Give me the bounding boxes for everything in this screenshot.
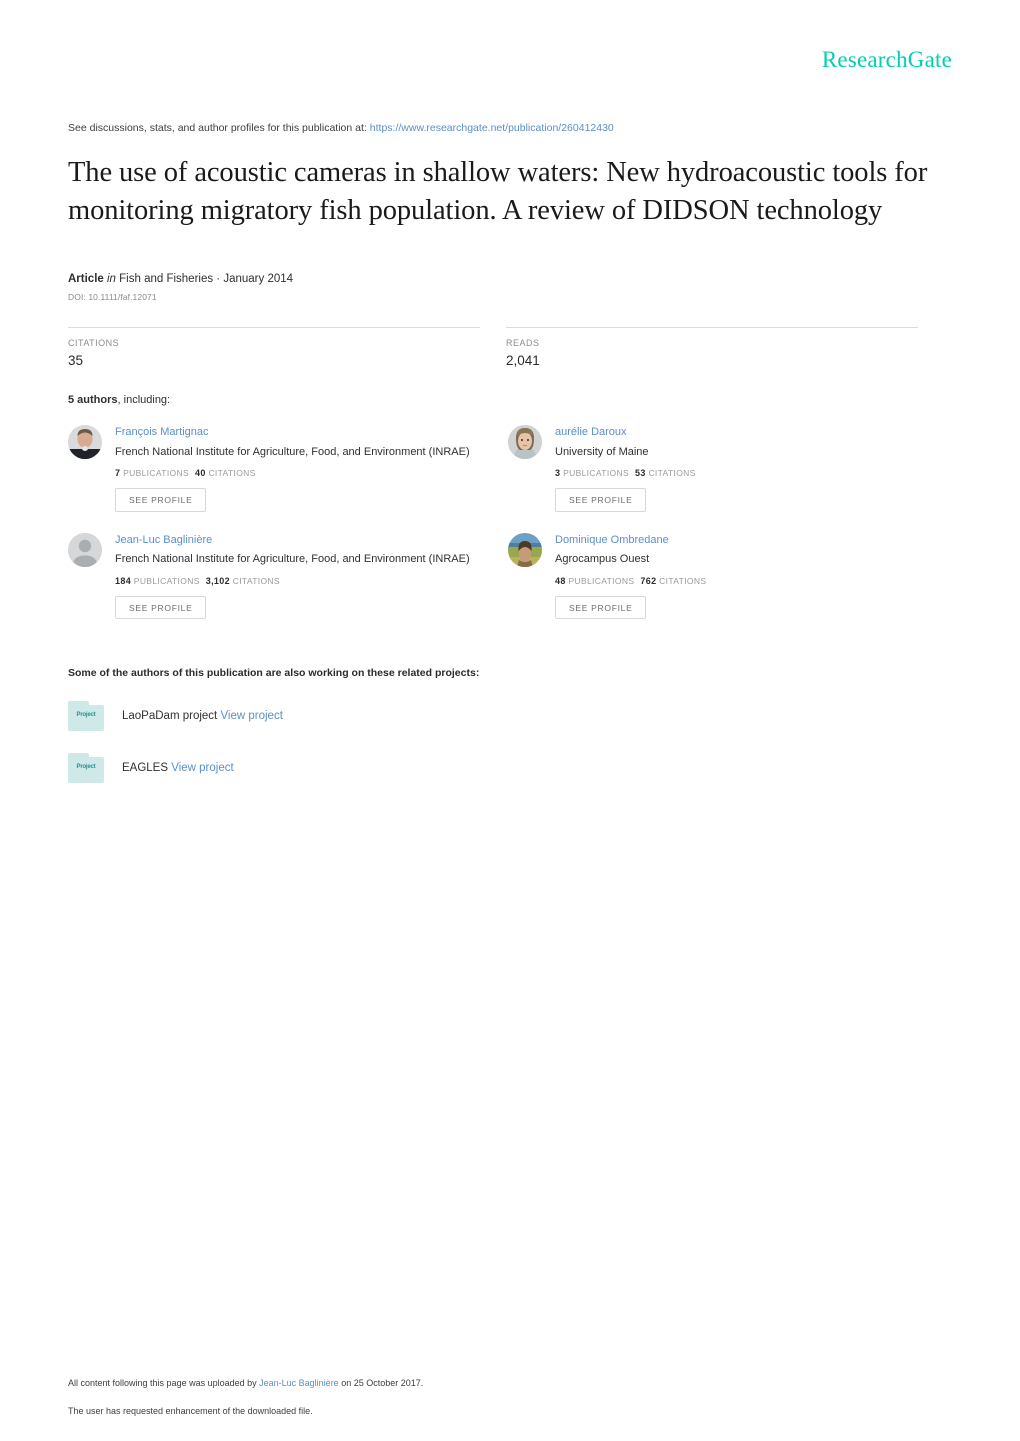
author-publications-count: 7 xyxy=(115,468,121,479)
publication-page: ResearchGate See discussions, stats, and… xyxy=(0,0,1020,1441)
enhancement-note: The user has requested enhancement of th… xyxy=(68,1405,313,1416)
publications-word: PUBLICATIONS xyxy=(123,468,189,479)
article-meta: Article in Fish and Fisheries · January … xyxy=(68,273,952,285)
author-body: François Martignac French National Insti… xyxy=(115,425,508,512)
publications-word: PUBLICATIONS xyxy=(563,468,629,479)
page-footer: All content following this page was uplo… xyxy=(68,1378,928,1433)
author-affiliation: Agrocampus Ouest xyxy=(555,553,650,566)
avatar[interactable] xyxy=(68,532,102,567)
uploader-name-link[interactable]: Jean-Luc Baglinière xyxy=(259,1378,339,1388)
divider xyxy=(68,327,480,329)
authors-grid: François Martignac French National Insti… xyxy=(68,425,952,640)
doi-line: DOI: 10.1111/faf.12071 xyxy=(68,292,157,303)
folder-label: Project xyxy=(76,764,96,771)
publication-url-link[interactable]: https://www.researchgate.net/publication… xyxy=(370,122,614,134)
reads-value: 2,041 xyxy=(506,353,540,369)
author-stats: 3 PUBLICATIONS 53 CITATIONS xyxy=(555,468,948,478)
author-citations-count: 53 xyxy=(635,468,646,479)
authors-heading: 5 authors, including: xyxy=(68,394,952,406)
citations-word: CITATIONS xyxy=(648,468,696,479)
author-name-link[interactable]: Jean-Luc Baglinière xyxy=(115,534,508,547)
page-title: The use of acoustic cameras in shallow w… xyxy=(68,156,928,226)
project-folder-icon: Project xyxy=(68,753,104,784)
reads-label: READS xyxy=(506,338,540,349)
author-name-link[interactable]: aurélie Daroux xyxy=(555,426,948,439)
avatar[interactable] xyxy=(508,532,542,567)
citations-word: CITATIONS xyxy=(659,575,707,586)
project-name: EAGLES xyxy=(122,762,169,775)
author-body: Jean-Luc Baglinière French National Inst… xyxy=(115,533,508,620)
author-body: Dominique Ombredane Agrocampus Ouest 48 … xyxy=(555,533,948,620)
logo-row: ResearchGate xyxy=(68,0,952,78)
author-citations-count: 762 xyxy=(640,575,657,586)
article-in-word: in xyxy=(107,273,116,286)
citations-label: CITATIONS xyxy=(68,338,120,349)
author-body: aurélie Daroux University of Maine 3 PUB… xyxy=(555,425,948,512)
citations-stat: CITATIONS 35 xyxy=(68,327,480,368)
see-profile-button[interactable]: SEE PROFILE xyxy=(555,595,647,620)
avatar-photo-woman-icon xyxy=(508,425,542,460)
project-row: Project LaoPaDam project View project xyxy=(68,701,952,732)
project-label: EAGLES View project xyxy=(122,762,234,774)
see-profile-button[interactable]: SEE PROFILE xyxy=(115,488,207,512)
author-publications-count: 184 xyxy=(115,575,132,586)
publications-word: PUBLICATIONS xyxy=(133,575,200,586)
author-citations-count: 3,102 xyxy=(205,575,230,586)
author-card: aurélie Daroux University of Maine 3 PUB… xyxy=(508,425,948,512)
citations-value: 35 xyxy=(68,353,84,369)
project-row: Project EAGLES View project xyxy=(68,753,952,784)
view-project-link[interactable]: View project xyxy=(171,762,233,774)
author-affiliation: University of Maine xyxy=(555,445,649,458)
author-affiliation: French National Institute for Agricultur… xyxy=(115,445,470,458)
discussion-prefix-text: See discussions, stats, and author profi… xyxy=(68,122,367,134)
folder-label: Project xyxy=(76,712,96,719)
author-name-link[interactable]: François Martignac xyxy=(115,426,508,439)
avatar[interactable] xyxy=(68,425,102,460)
article-journal: Fish and Fisheries · January 2014 xyxy=(119,273,294,286)
project-label: LaoPaDam project View project xyxy=(122,710,283,722)
author-affiliation: French National Institute for Agricultur… xyxy=(115,553,470,566)
author-stats: 7 PUBLICATIONS 40 CITATIONS xyxy=(115,468,508,478)
see-profile-button[interactable]: SEE PROFILE xyxy=(115,595,207,620)
reads-stat: READS 2,041 xyxy=(506,327,918,368)
author-stats: 48 PUBLICATIONS 762 CITATIONS xyxy=(555,576,948,586)
view-project-link[interactable]: View project xyxy=(220,710,282,722)
see-profile-button[interactable]: SEE PROFILE xyxy=(555,488,647,512)
upload-prefix-text: All content following this page was uplo… xyxy=(68,1378,257,1388)
author-name-link[interactable]: Dominique Ombredane xyxy=(555,534,948,547)
project-folder-icon: Project xyxy=(68,701,104,732)
author-card: François Martignac French National Insti… xyxy=(68,425,508,512)
authors-count: 5 authors xyxy=(68,394,118,407)
related-projects-list: Project LaoPaDam project View project Pr… xyxy=(68,701,952,784)
project-name: LaoPaDam project xyxy=(122,710,218,723)
author-card: Jean-Luc Baglinière French National Inst… xyxy=(68,532,508,620)
discussion-line: See discussions, stats, and author profi… xyxy=(68,122,952,136)
upload-suffix-text: on 25 October 2017. xyxy=(341,1378,424,1388)
author-citations-count: 40 xyxy=(195,468,206,479)
stats-row: CITATIONS 35 READS 2,041 xyxy=(68,327,952,368)
folder-body xyxy=(68,705,104,732)
avatar[interactable] xyxy=(508,425,542,460)
related-projects-heading: Some of the authors of this publication … xyxy=(68,667,480,680)
citations-word: CITATIONS xyxy=(208,468,256,479)
avatar-placeholder-person-icon xyxy=(68,532,102,567)
author-stats: 184 PUBLICATIONS 3,102 CITATIONS xyxy=(115,576,508,586)
researchgate-logo[interactable]: ResearchGate xyxy=(822,48,952,78)
author-publications-count: 3 xyxy=(555,468,561,479)
publications-word: PUBLICATIONS xyxy=(568,575,635,586)
upload-info-line: All content following this page was uplo… xyxy=(68,1378,928,1390)
folder-body xyxy=(68,757,104,784)
citations-word: CITATIONS xyxy=(232,575,280,586)
author-card: Dominique Ombredane Agrocampus Ouest 48 … xyxy=(508,532,948,620)
avatar-photo-man-icon xyxy=(68,425,102,460)
author-publications-count: 48 xyxy=(555,575,566,586)
avatar-photo-outdoor-icon xyxy=(508,532,542,567)
article-type-label: Article xyxy=(68,273,104,286)
divider xyxy=(506,327,918,329)
authors-including-text: , including: xyxy=(117,394,171,407)
